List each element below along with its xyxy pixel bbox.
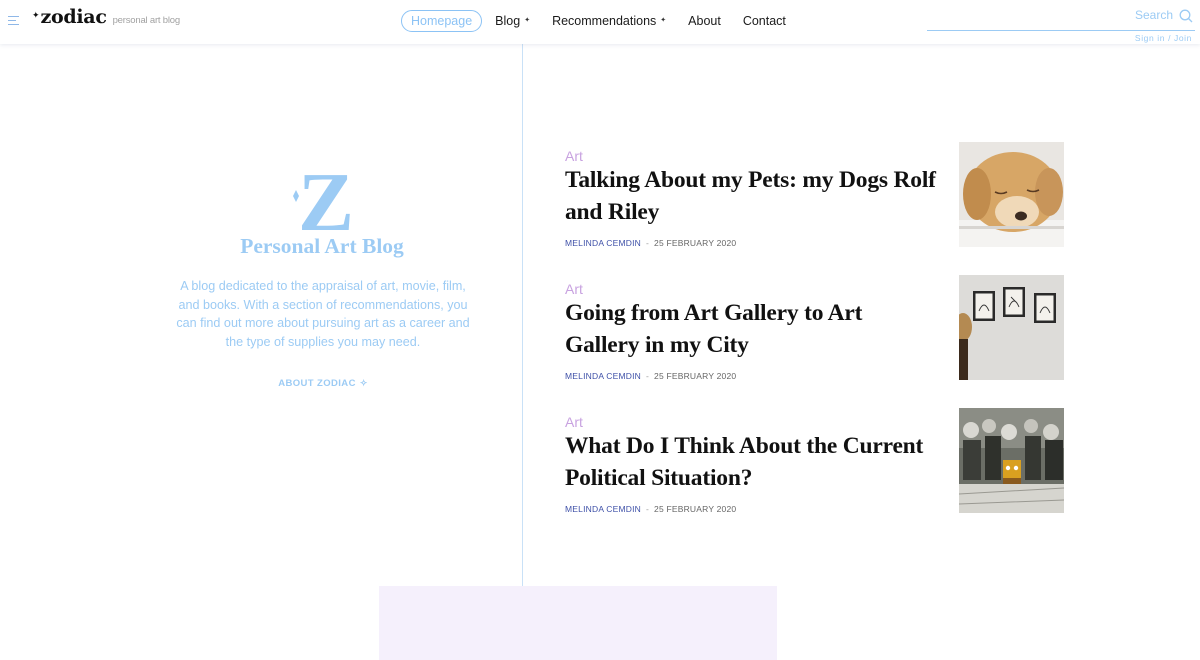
sparkle-icon: ✧ bbox=[359, 378, 368, 388]
sleeping-dog-thumbnail[interactable] bbox=[959, 142, 1064, 247]
zodiac-z-logo-icon: Z bbox=[293, 160, 354, 238]
post-date: 25 FEBRUARY 2020 bbox=[654, 238, 737, 248]
hero-title: Personal Art Blog bbox=[240, 234, 404, 258]
post-meta: MELINDA CEMDIN -25 FEBRUARY 2020 bbox=[565, 504, 737, 514]
menu-icon[interactable] bbox=[8, 16, 19, 25]
featured-section-block bbox=[379, 586, 777, 660]
site-logo[interactable]: ✦ zodiac personal art blog bbox=[32, 6, 180, 28]
post-date: 25 FEBRUARY 2020 bbox=[654, 371, 737, 381]
search-label: Search bbox=[1134, 8, 1173, 22]
post-meta: MELINDA CEMDIN -25 FEBRUARY 2020 bbox=[565, 371, 737, 381]
signin-link[interactable]: Sign in / Join bbox=[1135, 33, 1192, 43]
dropdown-star-icon: ✦ bbox=[660, 17, 667, 24]
vertical-divider bbox=[522, 44, 523, 660]
post-author[interactable]: MELINDA CEMDIN bbox=[565, 504, 641, 514]
nav-contact[interactable]: Contact bbox=[732, 10, 797, 32]
nav-recommendations[interactable]: Recommendations ✦ bbox=[541, 10, 677, 32]
post-title[interactable]: What Do I Think About the Current Politi… bbox=[565, 430, 937, 494]
post-meta: MELINDA CEMDIN -25 FEBRUARY 2020 bbox=[565, 238, 737, 248]
about-zodiac-link[interactable]: ABOUT ZODIAC ✧ bbox=[172, 378, 474, 389]
logo-text: zodiac bbox=[40, 6, 107, 28]
post-author[interactable]: MELINDA CEMDIN bbox=[565, 371, 641, 381]
search-bar: Search bbox=[927, 6, 1195, 31]
nav-about[interactable]: About bbox=[677, 10, 732, 32]
post-category[interactable]: Art bbox=[565, 414, 583, 430]
crowd-collage-thumbnail[interactable] bbox=[959, 408, 1064, 513]
nav-homepage[interactable]: Homepage bbox=[401, 10, 483, 32]
dropdown-star-icon: ✦ bbox=[524, 17, 531, 24]
gallery-frames-thumbnail[interactable] bbox=[959, 275, 1064, 380]
post-card[interactable]: Art What Do I Think About the Current Po… bbox=[565, 408, 1065, 524]
search-input[interactable] bbox=[927, 6, 1127, 30]
nav-blog[interactable]: Blog ✦ bbox=[484, 10, 541, 32]
site-header: ✦ zodiac personal art blog Homepage Blog… bbox=[0, 0, 1200, 44]
main-nav: Homepage Blog ✦ Recommendations ✦ About Co… bbox=[401, 10, 797, 32]
post-card[interactable]: Art Going from Art Gallery to Art Galler… bbox=[565, 275, 1065, 391]
post-title[interactable]: Talking About my Pets: my Dogs Rolf and … bbox=[565, 164, 937, 228]
svg-text:Z: Z bbox=[298, 160, 354, 238]
post-title[interactable]: Going from Art Gallery to Art Gallery in… bbox=[565, 297, 937, 361]
post-card[interactable]: Art Talking About my Pets: my Dogs Rolf … bbox=[565, 142, 1065, 258]
logo-star-icon: ✦ bbox=[32, 10, 40, 20]
logo-tagline: personal art blog bbox=[112, 15, 181, 26]
post-date: 25 FEBRUARY 2020 bbox=[654, 504, 737, 514]
search-icon[interactable] bbox=[1179, 9, 1193, 23]
post-author[interactable]: MELINDA CEMDIN bbox=[565, 238, 641, 248]
post-category[interactable]: Art bbox=[565, 281, 583, 297]
post-category[interactable]: Art bbox=[565, 148, 583, 164]
hero-description: A blog dedicated to the appraisal of art… bbox=[176, 279, 470, 349]
